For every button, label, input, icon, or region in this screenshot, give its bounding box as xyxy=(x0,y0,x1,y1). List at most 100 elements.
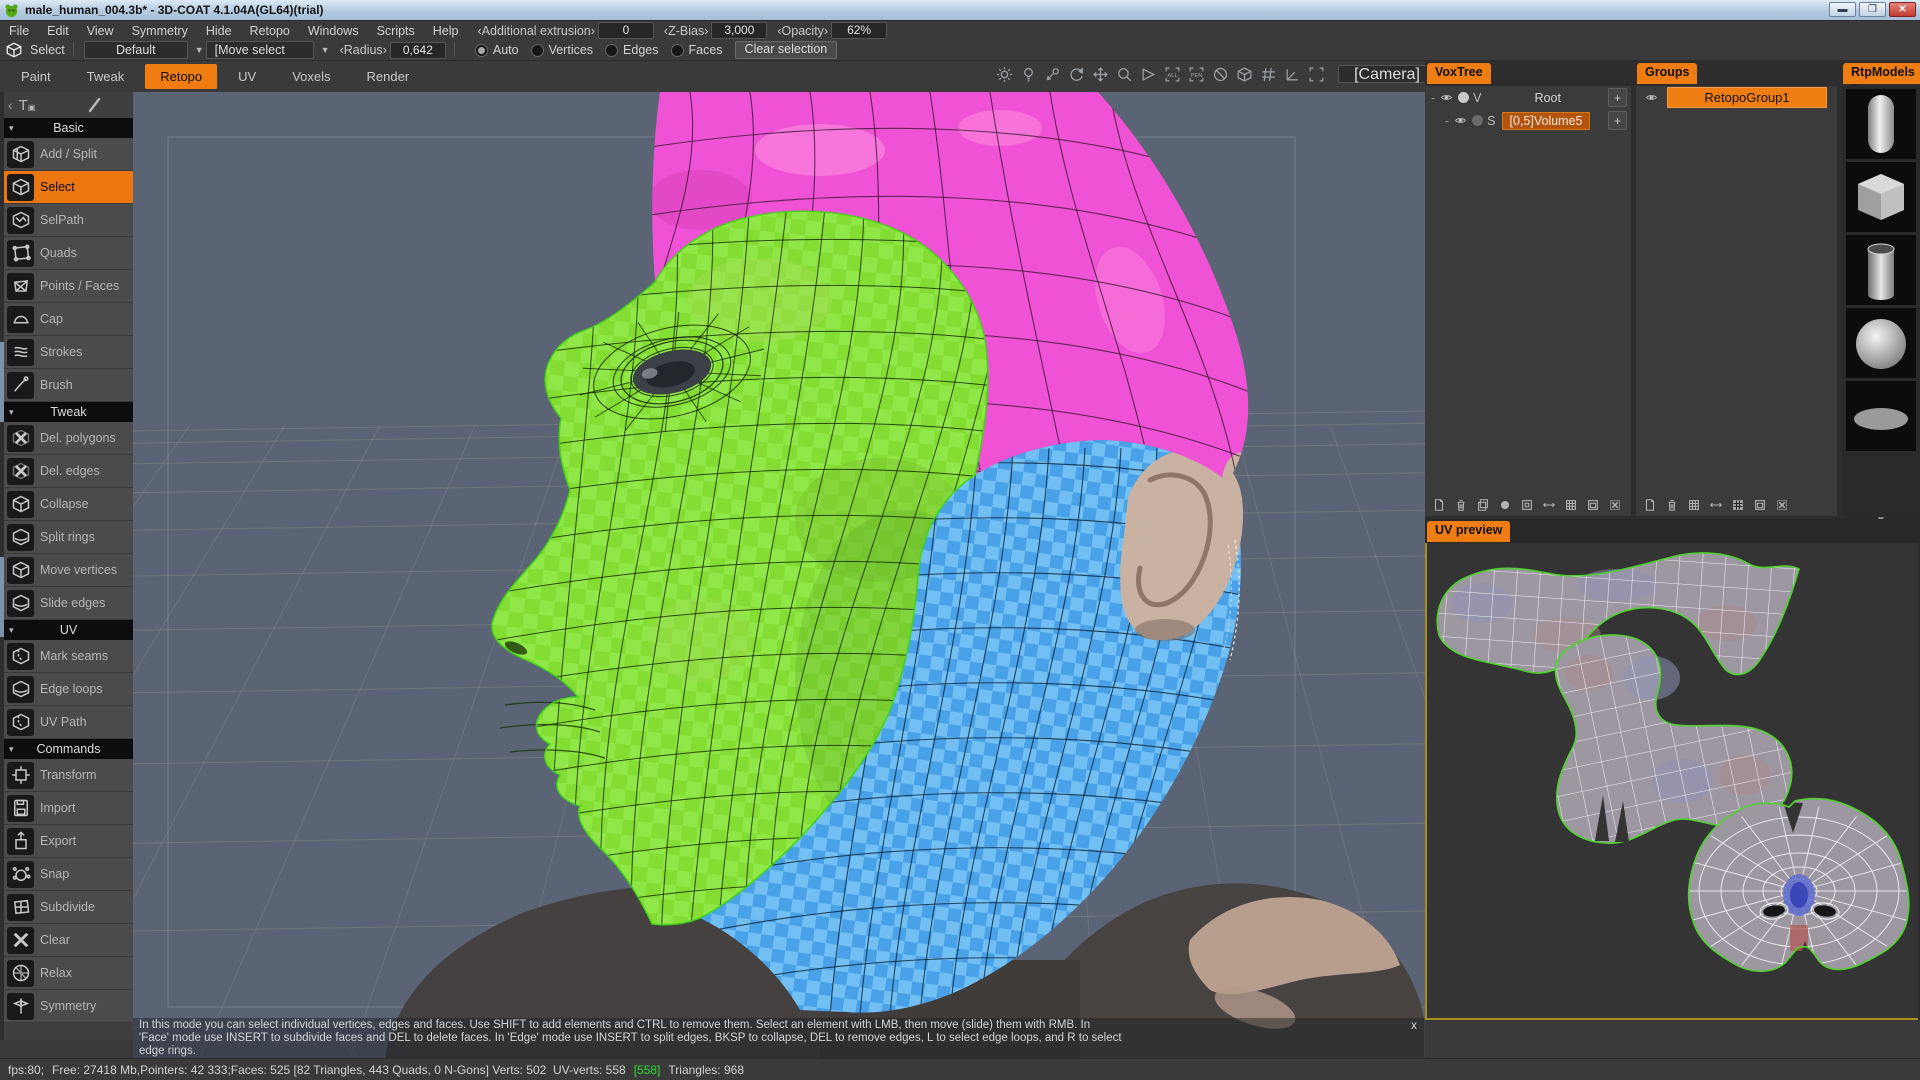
tab-retopo[interactable]: Retopo xyxy=(145,64,217,89)
rtp-model-cylinder[interactable] xyxy=(1846,235,1916,305)
field-value-z-bias[interactable]: 3,000 xyxy=(711,22,767,39)
menu-edit[interactable]: Edit xyxy=(38,24,78,38)
tab-uv[interactable]: UV xyxy=(223,64,271,89)
hint-close-button[interactable]: x xyxy=(1411,1019,1417,1032)
rtp-model-capsule[interactable] xyxy=(1846,89,1916,159)
chevron-left-icon[interactable]: ‹ xyxy=(8,97,13,113)
grid-small-icon[interactable] xyxy=(1563,497,1578,512)
radio-faces[interactable] xyxy=(671,44,684,57)
restore-button[interactable]: ❐ xyxy=(1859,2,1886,17)
collapse-toggle[interactable]: - xyxy=(1445,114,1449,128)
menu-file[interactable]: File xyxy=(0,24,38,38)
add-volume-button[interactable]: + xyxy=(1608,88,1627,107)
grid-small-icon[interactable] xyxy=(1686,497,1701,512)
sidebar-item-move-vertices[interactable]: Move vertices xyxy=(4,554,133,587)
visibility-eye-icon[interactable] xyxy=(1453,113,1468,128)
radio-label-vertices[interactable]: Vertices xyxy=(549,43,593,57)
grid-import-icon[interactable] xyxy=(1585,497,1600,512)
wireframe-cube-icon[interactable] xyxy=(1233,63,1255,85)
minimize-button[interactable]: ▬ xyxy=(1829,2,1856,17)
menu-help[interactable]: Help xyxy=(424,24,468,38)
uv-preview-panel[interactable] xyxy=(1425,543,1918,1020)
sidebar-item-selpath[interactable]: SelPath xyxy=(4,204,133,237)
new-layer-icon[interactable] xyxy=(1431,497,1446,512)
sidebar-item-del-polygons[interactable]: Del. polygons xyxy=(4,422,133,455)
grid-delete-icon[interactable] xyxy=(1774,497,1789,512)
disable-icon[interactable] xyxy=(1209,63,1231,85)
merge-layer-icon[interactable] xyxy=(1519,497,1534,512)
pan-view-icon[interactable] xyxy=(1089,63,1111,85)
grid-window-icon[interactable] xyxy=(1752,497,1767,512)
sidebar-item-mark-seams[interactable]: Mark seams xyxy=(4,640,133,673)
visibility-eye-icon[interactable] xyxy=(1439,90,1454,105)
sidebar-item-select[interactable]: Select xyxy=(4,171,133,204)
viewport-3d[interactable]: In this mode you can select individual v… xyxy=(133,92,1425,1058)
tab-paint[interactable]: Paint xyxy=(6,64,66,89)
sidebar-item-edge-loops[interactable]: Edge loops xyxy=(4,673,133,706)
sidebar-item-relax[interactable]: Relax xyxy=(4,957,133,990)
group-row-retopogroup1[interactable]: RetopoGroup1 xyxy=(1636,86,1837,109)
grid-icon[interactable] xyxy=(1257,63,1279,85)
delete-layer-icon[interactable] xyxy=(1453,497,1468,512)
perspective-icon[interactable] xyxy=(1137,63,1159,85)
sidebar-item-cap[interactable]: Cap xyxy=(4,303,133,336)
group-name[interactable]: RetopoGroup1 xyxy=(1667,87,1827,108)
menu-retopo[interactable]: Retopo xyxy=(241,24,299,38)
tab-render[interactable]: Render xyxy=(352,64,425,89)
sphere-icon[interactable] xyxy=(1497,497,1512,512)
maximize-icon[interactable] xyxy=(1305,63,1327,85)
radio-label-edges[interactable]: Edges xyxy=(623,43,658,57)
field-value-opacity[interactable]: 62% xyxy=(831,22,887,39)
tab-tweak[interactable]: Tweak xyxy=(72,64,140,89)
section-collapse-icon[interactable]: ▾ xyxy=(9,407,14,418)
sidebar-item-brush[interactable]: Brush xyxy=(4,369,133,402)
sidebar-item-snap[interactable]: Snap xyxy=(4,858,133,891)
axis-icon[interactable] xyxy=(1281,63,1303,85)
sidebar-item-import[interactable]: Import xyxy=(4,792,133,825)
tab-rtpmodels[interactable]: RtpModels ▼ xyxy=(1843,63,1920,84)
grid-delete-icon[interactable] xyxy=(1607,497,1622,512)
sidebar-section-tweak[interactable]: ▾Tweak xyxy=(4,402,133,422)
mode-dropdown-arrow[interactable]: ▼ xyxy=(321,45,330,55)
sidebar-item-uv-path[interactable]: UV Path xyxy=(4,706,133,739)
voxtree-row--0-5-volume5[interactable]: -S[0,5]Volume5+ xyxy=(1425,109,1631,132)
bulb-light-icon[interactable] xyxy=(1017,63,1039,85)
preset-dropdown-arrow[interactable]: ▼ xyxy=(195,45,204,55)
section-collapse-icon[interactable]: ▾ xyxy=(9,744,14,755)
rtp-model-cube[interactable] xyxy=(1846,162,1916,232)
sidebar-item-export[interactable]: Export xyxy=(4,825,133,858)
sidebar-item-strokes[interactable]: Strokes xyxy=(4,336,133,369)
sidebar-item-collapse[interactable]: Collapse xyxy=(4,488,133,521)
radio-vertices[interactable] xyxy=(531,44,544,57)
menu-scripts[interactable]: Scripts xyxy=(368,24,424,38)
clear-selection-button[interactable]: Clear selection xyxy=(735,41,838,59)
collapse-toggle[interactable]: - xyxy=(1431,91,1435,105)
section-collapse-icon[interactable]: ▾ xyxy=(9,625,14,636)
radio-label-faces[interactable]: Faces xyxy=(689,43,723,57)
sidebar-section-commands[interactable]: ▾Commands xyxy=(4,739,133,759)
sidebar-section-basic[interactable]: ▾Basic xyxy=(4,118,133,138)
volume-name[interactable]: Root xyxy=(1488,91,1608,105)
add-volume-button[interactable]: + xyxy=(1608,111,1627,130)
sidebar-item-points-faces[interactable]: Points / Faces xyxy=(4,270,133,303)
rotate-view-icon[interactable] xyxy=(1065,63,1087,85)
preset-dropdown[interactable]: Default xyxy=(84,41,188,59)
viewport-3d-scene[interactable] xyxy=(133,92,1425,1058)
sidebar-item-quads[interactable]: Quads xyxy=(4,237,133,270)
menu-hide[interactable]: Hide xyxy=(197,24,241,38)
visibility-eye-icon[interactable] xyxy=(1644,90,1659,105)
sidebar-item-symmetry[interactable]: Symmetry xyxy=(4,990,133,1023)
radio-edges[interactable] xyxy=(605,44,618,57)
section-collapse-icon[interactable]: ▾ xyxy=(9,123,14,134)
swap-icon[interactable] xyxy=(1708,497,1723,512)
duplicate-layer-icon[interactable] xyxy=(1475,497,1490,512)
radio-label-auto[interactable]: Auto xyxy=(493,43,519,57)
sidebar-section-uv[interactable]: ▾UV xyxy=(4,620,133,640)
camera-dropdown[interactable]: [Camera] xyxy=(1338,65,1436,83)
radius-value[interactable]: 0,642 xyxy=(390,42,446,59)
swap-icon[interactable] xyxy=(1541,497,1556,512)
sidebar-item-add-split[interactable]: Add / Split xyxy=(4,138,133,171)
tab-voxtree[interactable]: VoxTree xyxy=(1427,63,1491,84)
delete-group-icon[interactable] xyxy=(1664,497,1679,512)
grid-selected-icon[interactable] xyxy=(1730,497,1745,512)
